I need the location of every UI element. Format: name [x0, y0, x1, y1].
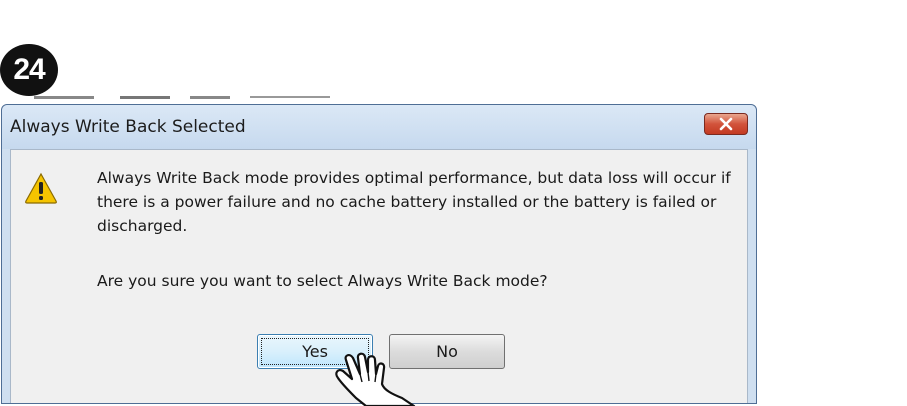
step-number-badge: 24	[0, 44, 58, 96]
dialog-titlebar[interactable]: Always Write Back Selected	[2, 105, 756, 149]
warning-icon	[25, 172, 57, 204]
dialog-message: Always Write Back mode provides optimal …	[97, 169, 731, 235]
hand-pointer-icon	[335, 352, 416, 406]
close-icon	[719, 117, 733, 131]
background-window-edge	[30, 96, 340, 104]
step-number: 24	[13, 53, 45, 86]
dialog-title: Always Write Back Selected	[10, 117, 246, 137]
close-button[interactable]	[704, 113, 748, 135]
dialog-question: Are you sure you want to select Always W…	[97, 272, 548, 290]
